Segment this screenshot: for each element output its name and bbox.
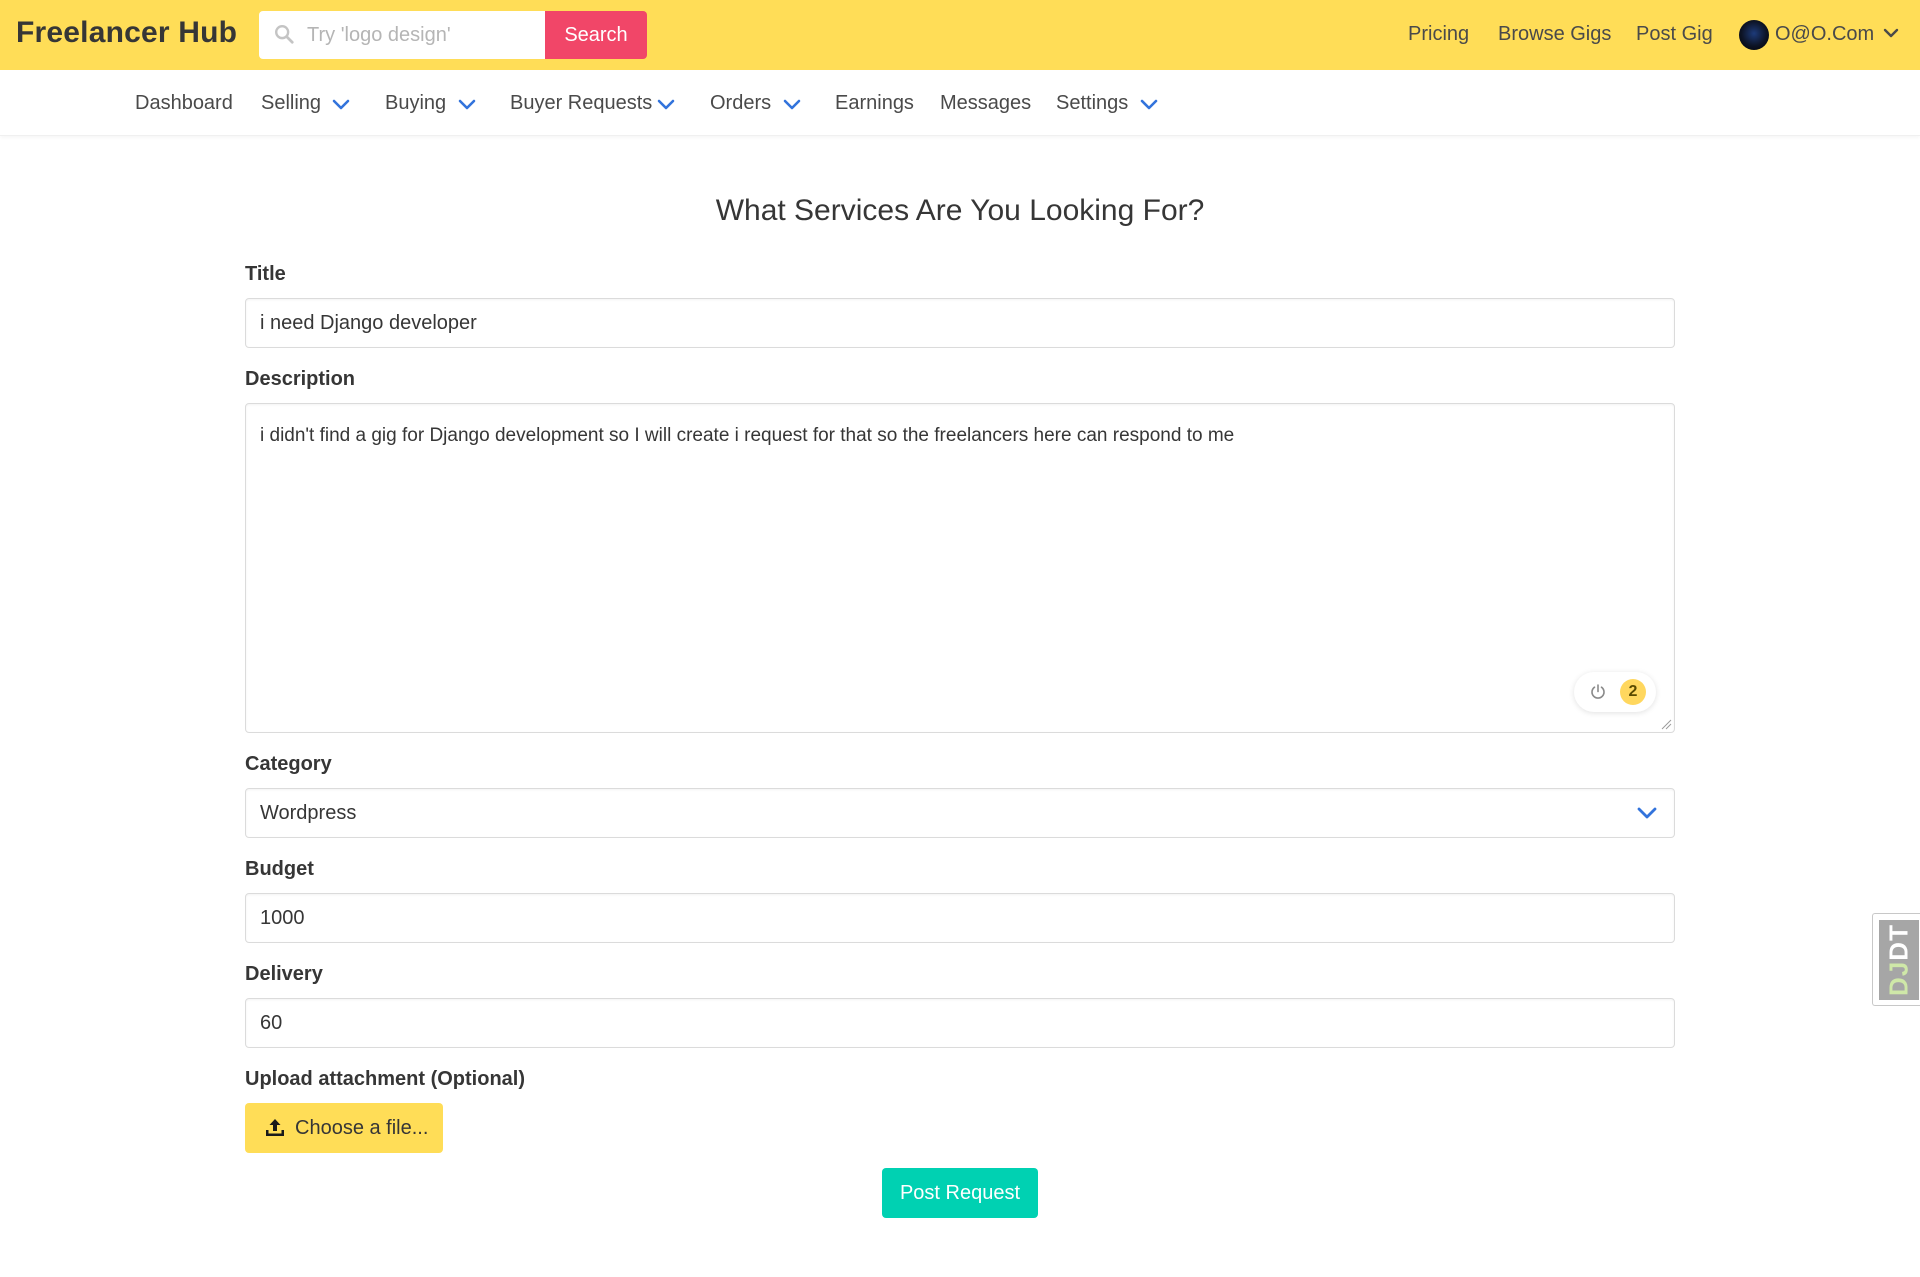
brand-logo[interactable]: Freelancer Hub [16,16,237,50]
top-navbar: Freelancer Hub Search Pricing Browse Gig… [0,0,1920,70]
category-selected-value[interactable]: Wordpress [245,788,1675,838]
browse-gigs-link[interactable]: Browse Gigs [1498,23,1611,46]
description-label: Description [245,368,356,390]
category-label: Category [245,753,332,775]
chevron-down-icon[interactable] [332,99,350,111]
delivery-input[interactable] [245,998,1675,1048]
chevron-down-icon[interactable] [783,99,801,111]
category-select[interactable]: Wordpress [245,788,1675,838]
budget-label: Budget [245,858,314,880]
upload-icon [266,1119,284,1136]
budget-input[interactable] [245,893,1675,943]
debug-toolbar-logo[interactable]: DJDT [1879,920,1919,1000]
user-menu-label[interactable]: O@O.Com [1775,23,1874,46]
chevron-down-icon[interactable] [1140,99,1158,111]
debug-toolbar-prefix: DJ [1883,960,1914,996]
subnav-item-orders[interactable]: Orders [710,92,771,115]
subnav-item-selling[interactable]: Selling [261,92,321,115]
grammar-issue-count-badge[interactable]: 2 [1620,679,1646,705]
search-icon [275,25,294,44]
post-gig-link[interactable]: Post Gig [1636,23,1713,46]
attachment-label: Upload attachment (Optional) [245,1068,525,1090]
subnav-item-settings[interactable]: Settings [1056,92,1128,115]
power-icon[interactable] [1588,682,1608,702]
description-textarea[interactable]: i didn't find a gig for Django developme… [245,403,1675,733]
subnav-item-dashboard[interactable]: Dashboard [135,92,233,115]
debug-toolbar-handle[interactable]: DJDT [1872,913,1920,1006]
chevron-down-icon[interactable] [1637,807,1657,820]
search-button[interactable]: Search [545,11,647,59]
resize-grip-icon[interactable] [1660,718,1672,730]
subnav-item-buyer-requests[interactable]: Buyer Requests [510,92,652,115]
chevron-down-icon[interactable] [458,99,476,111]
title-label: Title [245,263,286,285]
subnav-item-buying[interactable]: Buying [385,92,446,115]
dashboard-subnav: Dashboard Selling Buying Buyer Requests … [0,70,1920,136]
chevron-down-icon[interactable] [657,99,675,111]
page-title: What Services Are You Looking For? [715,194,1205,227]
title-input[interactable] [245,298,1675,348]
delivery-label: Delivery [245,963,323,985]
search-box [259,11,545,59]
search-input[interactable] [307,11,537,59]
post-request-button[interactable]: Post Request [882,1168,1038,1218]
avatar[interactable] [1739,20,1769,50]
choose-file-button[interactable]: Choose a file... [245,1103,443,1153]
debug-toolbar-suffix: DT [1883,924,1914,961]
subnav-item-messages[interactable]: Messages [940,92,1031,115]
pricing-link[interactable]: Pricing [1408,23,1469,46]
chevron-down-icon[interactable] [1882,27,1900,41]
choose-file-label[interactable]: Choose a file... [295,1117,428,1140]
subnav-item-earnings[interactable]: Earnings [835,92,914,115]
grammar-checker-widget[interactable]: 2 [1574,672,1656,712]
